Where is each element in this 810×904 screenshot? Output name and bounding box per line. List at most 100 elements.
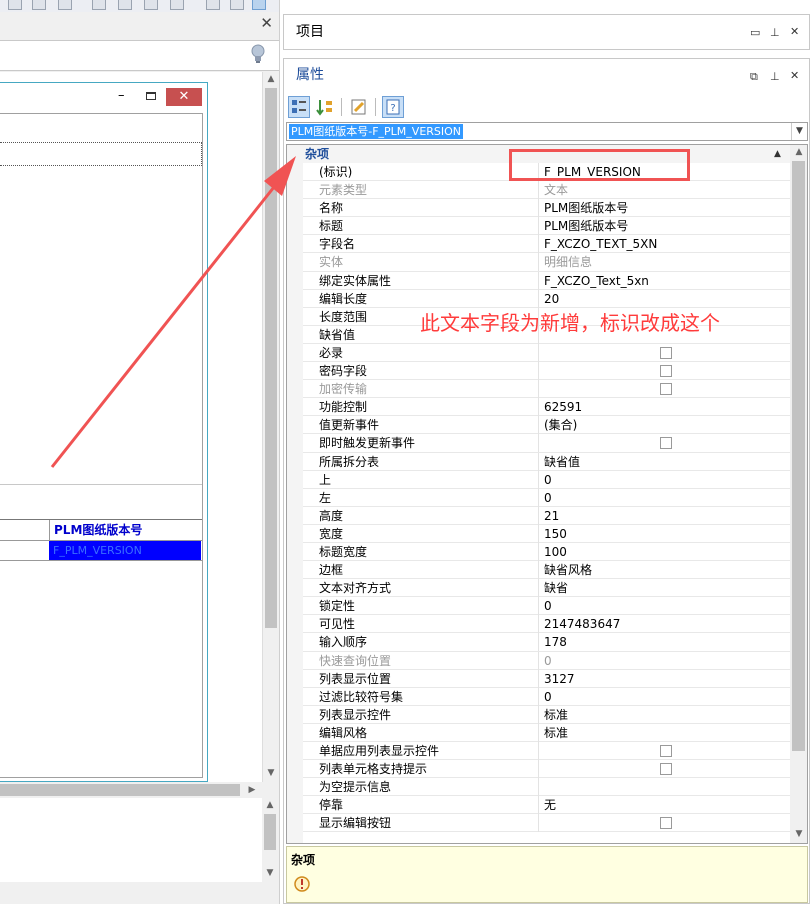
property-row[interactable]: 上0	[303, 470, 790, 489]
property-row[interactable]: 值更新事件 (集合)	[303, 416, 790, 435]
property-value[interactable]: 100	[540, 543, 790, 561]
horizontal-scrollbar[interactable]: ▶	[0, 782, 262, 798]
toolbar-button[interactable]	[92, 0, 106, 10]
close-button[interactable]: ✕	[166, 88, 202, 106]
property-value[interactable]: F_XCZO_TEXT_5XN	[540, 235, 790, 253]
property-value[interactable]: 标准	[540, 706, 790, 724]
help-icon[interactable]: ?	[382, 96, 404, 118]
scroll-up-icon[interactable]: ▲	[263, 72, 279, 86]
property-row[interactable]: 所属拆分表 缺省值	[303, 452, 790, 471]
property-row[interactable]: 加密传输	[303, 380, 790, 399]
property-value[interactable]: 0	[540, 652, 790, 670]
toolbar-button[interactable]	[206, 0, 220, 10]
maximize-icon[interactable]	[146, 92, 156, 100]
property-checkbox[interactable]	[660, 365, 672, 378]
minimize-icon[interactable]: –	[118, 89, 125, 103]
property-checkbox[interactable]	[660, 437, 672, 450]
property-row[interactable]: 显示编辑按钮	[303, 814, 790, 833]
property-row[interactable]: 过滤比较符号集 0	[303, 687, 790, 706]
property-row[interactable]: 标题宽度 100	[303, 542, 790, 562]
property-row[interactable]: 名称 PLM图纸版本号	[303, 199, 790, 218]
pin-icon[interactable]: ⊥	[770, 71, 780, 83]
toolbar-button[interactable]	[118, 0, 132, 10]
property-value[interactable]	[540, 760, 790, 778]
toolbar-button[interactable]	[144, 0, 158, 10]
sort-alphabetical-icon[interactable]	[314, 96, 336, 118]
property-value[interactable]: 明细信息	[540, 253, 790, 271]
property-value[interactable]: 文本	[540, 181, 790, 199]
property-row[interactable]: 可见性 2147483647	[303, 615, 790, 634]
property-row[interactable]: 实体 明细信息	[303, 253, 790, 272]
property-checkbox[interactable]	[660, 763, 672, 776]
scroll-down-icon[interactable]: ▼	[791, 827, 807, 841]
property-value[interactable]: PLM图纸版本号	[540, 217, 790, 235]
property-row[interactable]: 密码字段	[303, 362, 790, 381]
property-value[interactable]: 缺省值	[540, 453, 790, 471]
toolbar-button[interactable]	[170, 0, 184, 10]
close-icon[interactable]: ✕	[790, 70, 799, 82]
scroll-down-icon[interactable]: ▼	[263, 766, 279, 780]
scroll-up-icon[interactable]: ▲	[791, 145, 807, 159]
property-row[interactable]: 元素类型 文本	[303, 181, 790, 200]
property-row[interactable]: 即时触发更新事件	[303, 434, 790, 453]
toolbar-button[interactable]	[58, 0, 72, 10]
close-icon[interactable]: ✕	[260, 14, 273, 32]
property-row[interactable]: 为空提示信息	[303, 778, 790, 797]
lightbulb-icon[interactable]	[250, 44, 266, 64]
property-value[interactable]	[540, 814, 790, 832]
property-row[interactable]: 绑定实体属性 F_XCZO_Text_5xn	[303, 271, 790, 290]
property-row[interactable]: 标题 PLM图纸版本号	[303, 217, 790, 236]
property-row[interactable]: 左0	[303, 488, 790, 507]
property-row[interactable]: 高度 21	[303, 506, 790, 525]
property-row[interactable]: 功能控制 62591	[303, 398, 790, 417]
property-value[interactable]	[540, 380, 790, 398]
property-value[interactable]	[540, 344, 790, 362]
object-selector[interactable]: PLM图纸版本号-F_PLM_VERSION ▼	[286, 122, 808, 141]
property-pages-icon[interactable]	[348, 96, 370, 118]
property-value[interactable]: PLM图纸版本号	[540, 199, 790, 217]
property-row[interactable]: 文本对齐方式 缺省	[303, 579, 790, 598]
property-value[interactable]: 0	[540, 688, 790, 706]
horizontal-scrollbar[interactable]	[0, 882, 262, 898]
scrollbar-thumb[interactable]	[264, 814, 276, 850]
chevron-down-icon[interactable]: ▼	[791, 123, 807, 140]
toolbar-button[interactable]	[252, 0, 266, 10]
property-value[interactable]: 标准	[540, 724, 790, 742]
property-value[interactable]: 0	[540, 489, 790, 507]
property-row[interactable]: 快速查询位置 0	[303, 651, 790, 670]
grid-cell-selected[interactable]: F_PLM_VERSION	[49, 541, 201, 560]
property-value[interactable]	[540, 434, 790, 452]
property-value[interactable]: 缺省	[540, 579, 790, 597]
property-value[interactable]: 150	[540, 525, 790, 543]
property-row[interactable]: 字段名 F_XCZO_TEXT_5XN	[303, 235, 790, 254]
property-value[interactable]: 无	[540, 796, 790, 814]
scrollbar-thumb[interactable]	[792, 161, 805, 751]
property-value[interactable]: 20	[540, 290, 790, 308]
property-value[interactable]: F_XCZO_Text_5xn	[540, 272, 790, 290]
property-checkbox[interactable]	[660, 745, 672, 757]
restore-icon[interactable]: ▭	[750, 27, 760, 39]
scroll-up-icon[interactable]: ▲	[262, 798, 278, 812]
property-row[interactable]: 停靠无	[303, 796, 790, 815]
scrollbar-thumb[interactable]	[265, 88, 277, 628]
property-row[interactable]: 边框 缺省风格	[303, 561, 790, 580]
property-row[interactable]: 宽度 150	[303, 524, 790, 543]
property-row[interactable]: 输入顺序 178	[303, 633, 790, 652]
property-value[interactable]: 3127	[540, 670, 790, 688]
property-value[interactable]	[540, 362, 790, 380]
property-row[interactable]: 编辑风格 标准	[303, 723, 790, 742]
property-row[interactable]: 必录	[303, 343, 790, 363]
float-icon[interactable]: ⧉	[750, 71, 758, 83]
property-value[interactable]: 62591	[540, 398, 790, 416]
property-value[interactable]	[540, 742, 790, 760]
property-row[interactable]: 单据应用列表显示控件	[303, 742, 790, 761]
scroll-down-icon[interactable]: ▼	[262, 866, 278, 880]
property-row[interactable]: 列表显示控件 标准	[303, 705, 790, 724]
close-icon[interactable]: ✕	[790, 26, 799, 38]
categorized-view-icon[interactable]	[288, 96, 310, 118]
toolbar-button[interactable]	[8, 0, 22, 10]
property-checkbox[interactable]	[660, 383, 672, 396]
property-value[interactable]: 21	[540, 507, 790, 525]
property-value[interactable]	[540, 778, 790, 796]
property-row[interactable]: 编辑长度 20	[303, 289, 790, 308]
